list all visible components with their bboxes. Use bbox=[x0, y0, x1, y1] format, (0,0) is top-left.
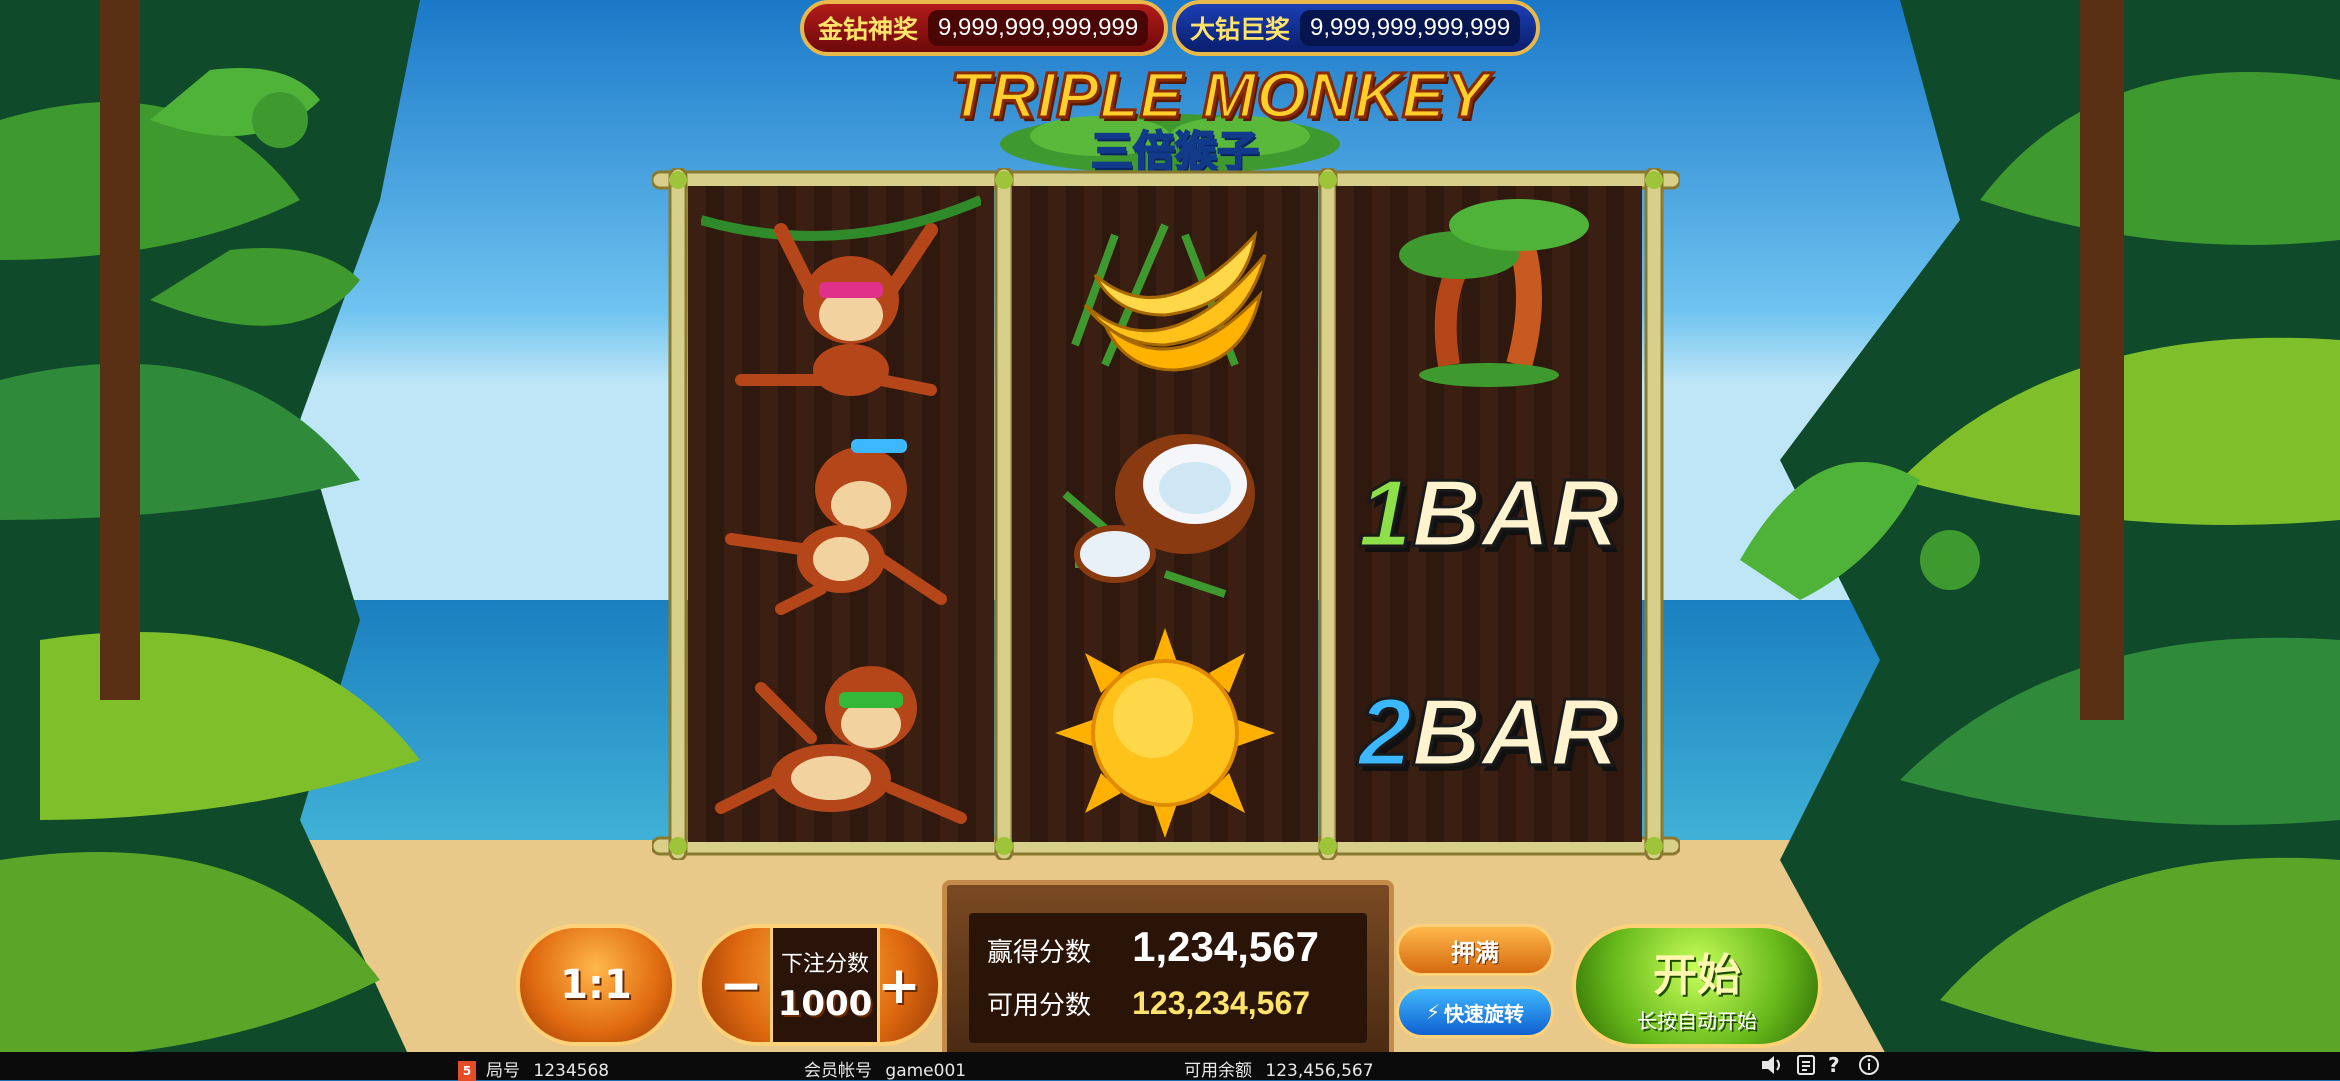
help-icon[interactable]: ? bbox=[1828, 1053, 1840, 1077]
bet-increase-button[interactable]: + bbox=[874, 956, 924, 1016]
sun-symbol bbox=[1012, 624, 1318, 842]
bet-display: 下注分数 1000 bbox=[770, 928, 880, 1042]
score-board: 赢得分数 1,234,567 可用分数 123,234,567 bbox=[942, 880, 1394, 1060]
info-icon[interactable] bbox=[1858, 1054, 1880, 1081]
two-bar-number: 2 bbox=[1357, 678, 1413, 788]
member-info: 会员帐号 game001 bbox=[804, 1056, 966, 1081]
quick-spin-label: 快速旋转 bbox=[1444, 1001, 1525, 1026]
status-bar: 5 局号 1234568 会员帐号 game001 可用余额 123,456,56… bbox=[0, 1052, 2340, 1081]
start-sublabel: 长按自动开始 bbox=[1637, 1008, 1757, 1033]
blue-jackpot-label: 大钻巨奖 bbox=[1190, 15, 1291, 44]
one-bar-number: 1 bbox=[1357, 459, 1413, 569]
win-value: 1,234,567 bbox=[1132, 923, 1319, 970]
reel-1 bbox=[688, 186, 994, 842]
one-bar-symbol: 1BAR bbox=[1336, 405, 1642, 623]
banana-symbol bbox=[1012, 186, 1318, 404]
coconut-symbol bbox=[1012, 405, 1318, 623]
round-label: 局号 bbox=[486, 1061, 520, 1081]
member-value: game001 bbox=[885, 1061, 967, 1081]
sound-icon[interactable] bbox=[1760, 1054, 1784, 1081]
max-bet-button[interactable]: 押满 bbox=[1396, 924, 1554, 976]
html5-icon: 5 bbox=[458, 1061, 476, 1081]
member-label: 会员帐号 bbox=[804, 1061, 872, 1081]
gold-jackpot-panel: 金钻神奖 9,999,999,999,999 bbox=[800, 0, 1168, 56]
two-bar-symbol: 2BAR bbox=[1336, 624, 1642, 842]
two-bar-word: BAR bbox=[1410, 678, 1621, 788]
gold-jackpot-value: 9,999,999,999,999 bbox=[928, 10, 1149, 46]
paytable-icon[interactable] bbox=[1796, 1054, 1816, 1081]
credit-row: 可用分数 123,234,567 bbox=[987, 985, 1310, 1022]
win-label: 赢得分数 bbox=[987, 938, 1092, 968]
monkey-blue-glasses-symbol bbox=[688, 405, 994, 623]
reel-frame: 1BAR 2BAR bbox=[652, 168, 1680, 860]
gold-jackpot-label: 金钻神奖 bbox=[818, 15, 919, 44]
credit-label: 可用分数 bbox=[987, 991, 1092, 1021]
blue-jackpot-panel: 大钻巨奖 9,999,999,999,999 bbox=[1172, 0, 1540, 56]
bet-control: − 下注分数 1000 + bbox=[698, 924, 942, 1046]
round-info: 5 局号 1234568 bbox=[458, 1056, 609, 1081]
quick-spin-button[interactable]: ⚡ 快速旋转 bbox=[1396, 986, 1554, 1038]
reel-2 bbox=[1012, 186, 1318, 842]
monkey-pink-glasses-symbol bbox=[688, 186, 994, 404]
blue-jackpot-value: 9,999,999,999,999 bbox=[1300, 10, 1521, 46]
bet-label: 下注分数 bbox=[780, 952, 869, 977]
bet-decrease-button[interactable]: − bbox=[716, 956, 766, 1016]
lightning-icon: ⚡ bbox=[1425, 1000, 1441, 1024]
palm-trees-symbol bbox=[1336, 186, 1642, 404]
start-label: 开始 bbox=[1653, 949, 1741, 1001]
score-board-inner: 赢得分数 1,234,567 可用分数 123,234,567 bbox=[969, 913, 1367, 1043]
balance-value: 123,456,567 bbox=[1265, 1061, 1374, 1081]
start-button[interactable]: 开始 长按自动开始 bbox=[1572, 924, 1822, 1048]
balance-info: 可用余额 123,456,567 bbox=[1184, 1056, 1374, 1081]
monkey-green-glasses-symbol bbox=[688, 624, 994, 842]
one-bar-word: BAR bbox=[1410, 459, 1621, 569]
bet-value: 1000 bbox=[777, 984, 873, 1024]
reel-3: 1BAR 2BAR bbox=[1336, 186, 1642, 842]
round-value: 1234568 bbox=[533, 1061, 610, 1081]
win-row: 赢得分数 1,234,567 bbox=[987, 923, 1319, 971]
ratio-button[interactable]: 1:1 bbox=[516, 924, 676, 1046]
balance-label: 可用余额 bbox=[1184, 1061, 1252, 1081]
credit-value: 123,234,567 bbox=[1132, 985, 1311, 1021]
